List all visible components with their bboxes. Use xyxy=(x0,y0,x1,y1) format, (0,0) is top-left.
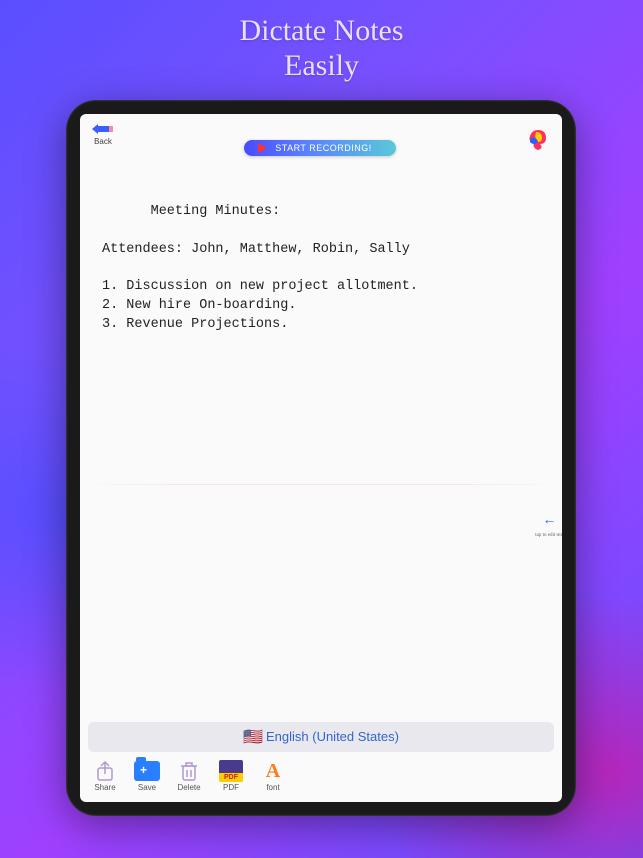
trash-icon xyxy=(176,760,202,782)
language-label: English (United States) xyxy=(266,729,399,744)
app-screen: Back START RECORDING! Meeting Minutes: A… xyxy=(80,114,562,802)
back-button[interactable]: Back xyxy=(90,122,116,146)
flag-icon: 🇺🇸 xyxy=(243,727,263,747)
font-button[interactable]: A font xyxy=(256,760,290,792)
font-label: font xyxy=(266,783,279,792)
delete-label: Delete xyxy=(177,783,200,792)
start-recording-button[interactable]: START RECORDING! xyxy=(244,140,396,156)
top-bar: Back START RECORDING! xyxy=(80,114,562,156)
back-arrow-icon xyxy=(90,122,116,136)
tablet-frame: Back START RECORDING! Meeting Minutes: A… xyxy=(66,100,576,816)
share-icon xyxy=(92,760,118,782)
divider xyxy=(80,484,562,485)
edit-hint[interactable]: ← tap to edit text xyxy=(535,512,562,539)
record-label: START RECORDING! xyxy=(275,143,372,153)
pdf-label: PDF xyxy=(223,783,239,792)
edit-hint-arrow-icon: ← xyxy=(545,512,553,532)
save-button[interactable]: Save xyxy=(130,760,164,792)
share-label: Share xyxy=(94,783,115,792)
note-content: Meeting Minutes: Attendees: John, Matthe… xyxy=(102,204,418,332)
pdf-icon: PDF xyxy=(218,760,244,782)
font-icon: A xyxy=(260,760,286,782)
pdf-button[interactable]: PDF PDF xyxy=(214,760,248,792)
edit-hint-text: tap to edit text xyxy=(535,532,562,539)
delete-button[interactable]: Delete xyxy=(172,760,206,792)
promo-line-1: Dictate Notes xyxy=(0,14,643,49)
share-button[interactable]: Share xyxy=(88,760,122,792)
note-text-area[interactable]: Meeting Minutes: Attendees: John, Matthe… xyxy=(80,156,562,722)
save-folder-icon xyxy=(134,760,160,782)
promo-line-2: Easily xyxy=(0,49,643,84)
record-icon xyxy=(258,143,267,153)
save-label: Save xyxy=(138,783,156,792)
bottom-toolbar: Share Save Delete PDF xyxy=(80,758,562,802)
back-label: Back xyxy=(94,137,112,146)
promo-title: Dictate Notes Easily xyxy=(0,0,643,83)
app-logo-icon xyxy=(524,126,552,154)
language-selector[interactable]: 🇺🇸English (United States) xyxy=(88,722,554,752)
